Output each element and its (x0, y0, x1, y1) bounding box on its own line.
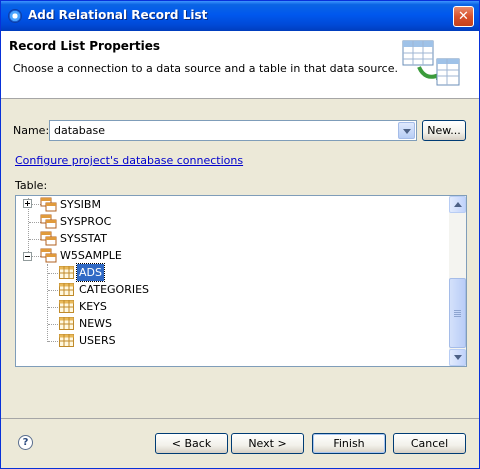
name-combo-value: database (54, 124, 105, 137)
schema-icon (40, 197, 57, 212)
schema-icon (40, 248, 57, 263)
table-label: Table: (15, 179, 48, 192)
tree-scrollbar[interactable] (449, 196, 466, 366)
name-combo[interactable]: database (49, 120, 417, 141)
collapse-icon[interactable] (23, 252, 32, 261)
table-icon (59, 300, 74, 313)
grip-icon (454, 310, 461, 311)
expand-icon[interactable] (23, 199, 32, 208)
table-icon (59, 283, 74, 296)
table-icon (59, 334, 74, 347)
dialog-window: Add Relational Record List ✕ Record List… (0, 0, 480, 469)
eclipse-app-icon (8, 9, 22, 23)
name-label: Name: (13, 124, 50, 137)
tree-line (47, 264, 48, 342)
cancel-button[interactable]: Cancel (393, 433, 466, 454)
table-icon (59, 317, 74, 330)
footer-divider (1, 418, 479, 419)
scrollbar-thumb[interactable] (449, 278, 466, 348)
finish-button[interactable]: Finish (312, 433, 386, 454)
scroll-up-icon[interactable] (449, 196, 466, 213)
back-button[interactable]: < Back (155, 433, 228, 454)
chevron-down-icon[interactable] (398, 122, 415, 139)
table-tree[interactable]: SYSIBM SYSPROC SYSSTAT W5SAMPLE ADS CATE… (15, 195, 467, 367)
schema-icon (40, 231, 57, 246)
scroll-down-icon[interactable] (449, 349, 466, 366)
page-description: Choose a connection to a data source and… (13, 62, 398, 75)
next-button[interactable]: Next > (231, 433, 304, 454)
wizard-header: Record List Properties Choose a connecti… (1, 31, 479, 99)
table-icon (59, 266, 74, 279)
new-connection-button[interactable]: New... (422, 120, 466, 141)
schema-icon (40, 214, 57, 229)
help-icon[interactable]: ? (18, 435, 33, 450)
window-title: Add Relational Record List (28, 8, 208, 22)
page-title: Record List Properties (9, 39, 160, 53)
title-bar[interactable]: Add Relational Record List ✕ (1, 1, 479, 31)
close-button[interactable]: ✕ (453, 6, 474, 27)
record-list-wizard-icon (402, 40, 460, 86)
configure-connections-link[interactable]: Configure project's database connections (15, 154, 243, 167)
